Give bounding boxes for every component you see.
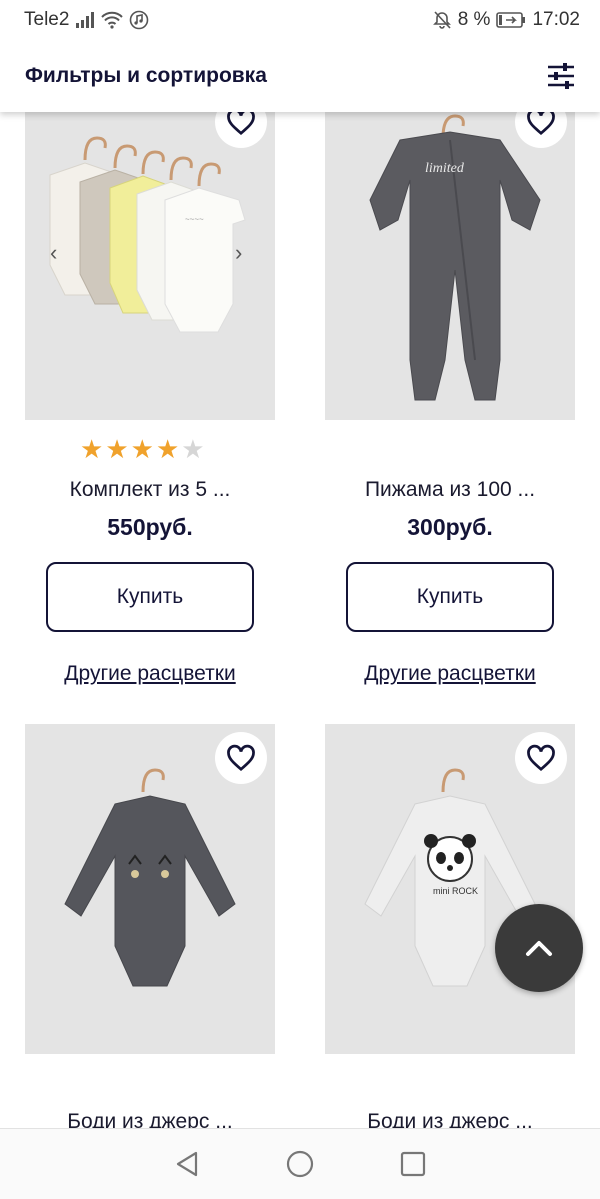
heart-icon [227,108,255,136]
star-full-icon: ★ [105,434,129,464]
product-name[interactable]: Комплект из 5 ... [25,478,275,502]
heart-icon [227,744,255,772]
battery-charging-icon [496,12,526,28]
scroll-to-top-button[interactable] [495,904,583,992]
product-image[interactable]: mini ROCK [325,724,575,1054]
filter-header[interactable]: Фильтры и сортировка [0,40,600,112]
nav-back-button[interactable] [167,1144,207,1184]
product-price: 300руб. [407,514,493,540]
nav-home-button[interactable] [280,1144,320,1184]
app-screen: ~~~~ ‹ › ★ ★ ★ ★ ★ Комплект из 5 ... 550… [0,0,600,1199]
mute-icon [432,10,452,30]
product-image[interactable]: limited [325,90,575,420]
filter-sort-button[interactable] [544,59,578,93]
wifi-icon [101,11,124,29]
clock: 17:02 [532,9,580,30]
prev-image-arrow[interactable]: ‹ [50,240,57,266]
chevron-up-icon [526,941,552,956]
filter-sliders-icon [548,63,574,89]
svg-text:~~~~: ~~~~ [185,215,204,224]
music-icon [129,10,149,30]
carrier-name: Tele2 [24,9,70,30]
buy-button[interactable]: Купить [46,562,254,632]
product-grid: ~~~~ ‹ › ★ ★ ★ ★ ★ Комплект из 5 ... 550… [0,0,600,1199]
home-icon [286,1150,314,1178]
other-colors-link[interactable]: Другие расцветки [325,662,575,686]
product-price: 550руб. [107,514,193,540]
system-nav-bar [0,1128,600,1199]
product-name[interactable]: Пижама из 100 ... [325,478,575,502]
rating-stars: ★ ★ ★ ★ ★ [80,436,205,462]
other-colors-link[interactable]: Другие расцветки [25,662,275,686]
star-full-icon: ★ [130,434,154,464]
bodysuit-print: mini ROCK [433,886,478,896]
favorite-button[interactable] [215,732,267,784]
favorite-button[interactable] [515,732,567,784]
star-empty-icon: ★ [181,434,205,464]
star-full-icon: ★ [80,434,104,464]
buy-button[interactable]: Купить [346,562,554,632]
pajama-print: limited [425,161,465,176]
product-image[interactable]: ~~~~ ‹ › [25,90,275,420]
status-bar: Tele2 8 % 17:02 [0,0,600,40]
heart-icon [527,744,555,772]
recents-icon [401,1151,426,1177]
nav-recents-button[interactable] [393,1144,433,1184]
back-icon [176,1151,197,1177]
product-image[interactable] [25,724,275,1054]
star-full-icon: ★ [155,434,180,464]
heart-icon [527,108,555,136]
battery-percent: 8 % [457,9,491,30]
header-title[interactable]: Фильтры и сортировка [25,64,267,88]
signal-icon [75,12,95,28]
next-image-arrow[interactable]: › [235,240,242,266]
